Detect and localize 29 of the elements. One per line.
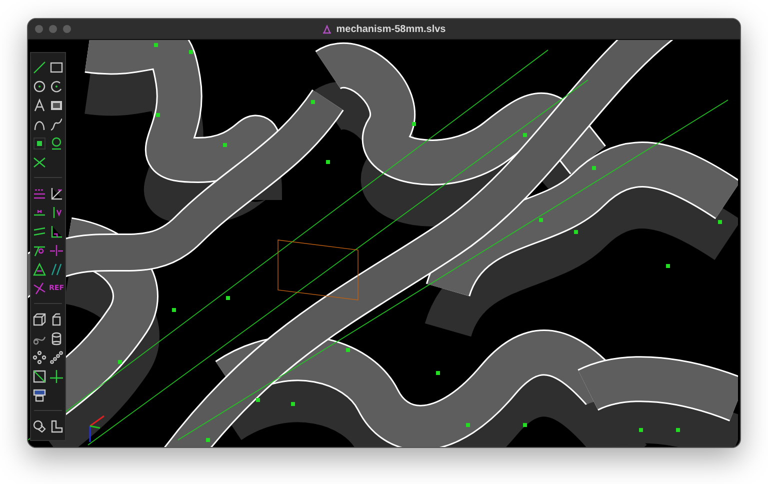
triangle-icon xyxy=(32,262,47,276)
symmetric-tool-button[interactable] xyxy=(48,261,64,277)
circle-tool-button[interactable] xyxy=(32,78,48,94)
cube-tool-button[interactable] xyxy=(32,311,48,327)
workplane-icon xyxy=(49,136,64,150)
arc-tool-button[interactable] xyxy=(48,78,64,94)
point-tool-button[interactable] xyxy=(32,135,48,151)
rectangle-icon xyxy=(49,60,64,74)
angle-tool-button[interactable] xyxy=(48,185,64,201)
line-icon xyxy=(32,60,47,74)
spline-tool-button[interactable] xyxy=(48,116,64,132)
corner-icon xyxy=(49,418,64,434)
document-icon xyxy=(322,24,332,34)
origin-icon xyxy=(49,368,64,384)
cube-icon xyxy=(32,312,47,326)
line-tool-button[interactable] xyxy=(32,59,48,75)
perpendicular-icon xyxy=(49,224,64,238)
cylinder-icon xyxy=(49,330,64,346)
origin-tool-button[interactable] xyxy=(48,368,64,384)
symmetric-icon xyxy=(49,262,64,276)
triangle-tool-button[interactable] xyxy=(32,261,48,277)
perpendicular-tool-button[interactable] xyxy=(48,223,64,239)
spline-icon xyxy=(49,116,64,132)
split-icon xyxy=(32,154,47,170)
corner-tool-button[interactable] xyxy=(48,418,64,434)
arc-icon xyxy=(49,78,64,94)
circle-icon xyxy=(32,78,47,94)
angle-icon xyxy=(49,186,64,200)
window-title: mechanism-58mm.slvs xyxy=(336,24,446,34)
